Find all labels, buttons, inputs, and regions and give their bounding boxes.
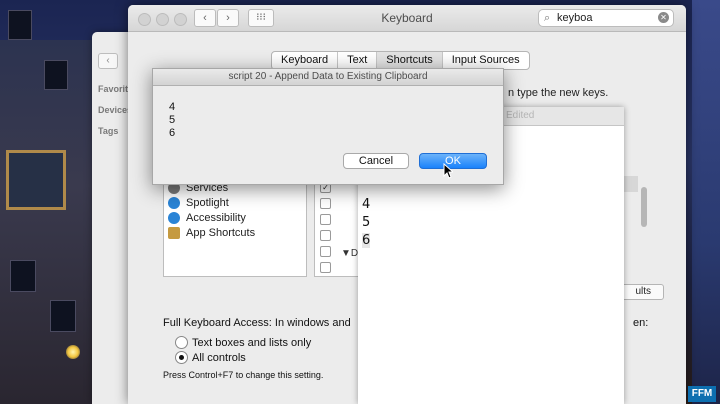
list-item-label: Spotlight <box>186 196 229 209</box>
wallpaper-window <box>8 10 32 40</box>
shortcut-checkbox[interactable] <box>320 246 331 257</box>
dialog-text-line: 4 <box>169 101 176 113</box>
search-input-value[interactable]: keyboa <box>557 11 592 25</box>
list-item-app-shortcuts[interactable]: App Shortcuts <box>168 225 255 240</box>
radio-button[interactable] <box>175 351 188 364</box>
radio-label: All controls <box>192 351 246 364</box>
tab-shortcuts[interactable]: Shortcuts <box>377 52 443 69</box>
search-field[interactable]: ⌕ keyboa ✕ <box>538 9 674 27</box>
shortcut-categories-list[interactable]: Services Spotlight Accessibility App Sho… <box>163 175 307 277</box>
tab-text[interactable]: Text <box>338 52 378 69</box>
control-f7-note: Press Control+F7 to change this setting. <box>163 370 324 380</box>
spotlight-icon <box>168 196 180 209</box>
disclosure-triangle[interactable]: ▼D <box>341 248 358 259</box>
dialog-text-line: 6 <box>169 127 176 139</box>
wallpaper-portrait <box>6 150 66 210</box>
wallpaper-window <box>10 260 36 292</box>
editor-title: Edited <box>506 110 535 121</box>
full-keyboard-access-label-tail: en: <box>633 317 649 329</box>
accessibility-icon <box>168 211 180 224</box>
dialog-titlebar[interactable]: script 20 - Append Data to Existing Clip… <box>153 69 503 86</box>
sidebar-heading-tags: Tags <box>98 126 119 136</box>
full-keyboard-access-label: Full Keyboard Access: In windows and <box>163 317 351 329</box>
watermark-logo: FFM <box>688 386 716 402</box>
wallpaper-window <box>50 300 76 332</box>
radio-all-controls[interactable]: All controls <box>175 351 246 364</box>
editor-line[interactable]: 6 <box>362 233 371 248</box>
tab-input-sources[interactable]: Input Sources <box>443 52 529 69</box>
sidebar-heading-favorites: Favorit <box>98 84 129 94</box>
shortcut-checkbox[interactable] <box>320 214 331 225</box>
radio-label: Text boxes and lists only <box>192 336 312 349</box>
back-button[interactable]: ‹ <box>98 53 118 69</box>
window-titlebar[interactable]: ‹ › ⁝⁝⁝ Keyboard ⌕ keyboa ✕ <box>128 5 686 32</box>
wallpaper-window <box>44 60 68 90</box>
shortcut-checkbox[interactable] <box>320 230 331 241</box>
sidebar-heading-devices: Devices <box>98 105 133 115</box>
clear-search-icon[interactable]: ✕ <box>658 12 669 23</box>
tab-keyboard[interactable]: Keyboard <box>272 52 339 69</box>
list-item-label: Accessibility <box>186 211 246 224</box>
instruction-text: n type the new keys. <box>508 87 609 99</box>
shortcut-checkbox-list[interactable]: ✓ ▼D <box>314 175 362 277</box>
shortcut-checkbox[interactable] <box>320 262 331 273</box>
list-item-spotlight[interactable]: Spotlight <box>168 195 229 210</box>
editor-line[interactable]: 4 <box>362 197 370 212</box>
editor-line[interactable]: 5 <box>362 215 370 230</box>
app-shortcuts-icon <box>168 226 180 239</box>
list-selection-highlight <box>624 176 638 192</box>
scrollbar[interactable] <box>641 187 647 227</box>
search-icon: ⌕ <box>544 12 551 24</box>
radio-button[interactable] <box>175 336 188 349</box>
ok-button[interactable]: OK <box>419 153 487 169</box>
radio-text-boxes-only[interactable]: Text boxes and lists only <box>175 336 311 349</box>
list-item-label: App Shortcuts <box>186 226 256 239</box>
shortcut-checkbox[interactable] <box>320 198 331 209</box>
mouse-cursor-icon <box>443 163 453 179</box>
editor-side-panel <box>624 103 652 223</box>
wallpaper-lamp <box>66 345 80 359</box>
list-item-accessibility[interactable]: Accessibility <box>168 210 246 225</box>
wallpaper-right-edge <box>692 0 720 404</box>
cancel-button[interactable]: Cancel <box>343 153 409 169</box>
dialog-title: script 20 - Append Data to Existing Clip… <box>228 71 428 82</box>
dialog-text-line: 5 <box>169 114 176 126</box>
